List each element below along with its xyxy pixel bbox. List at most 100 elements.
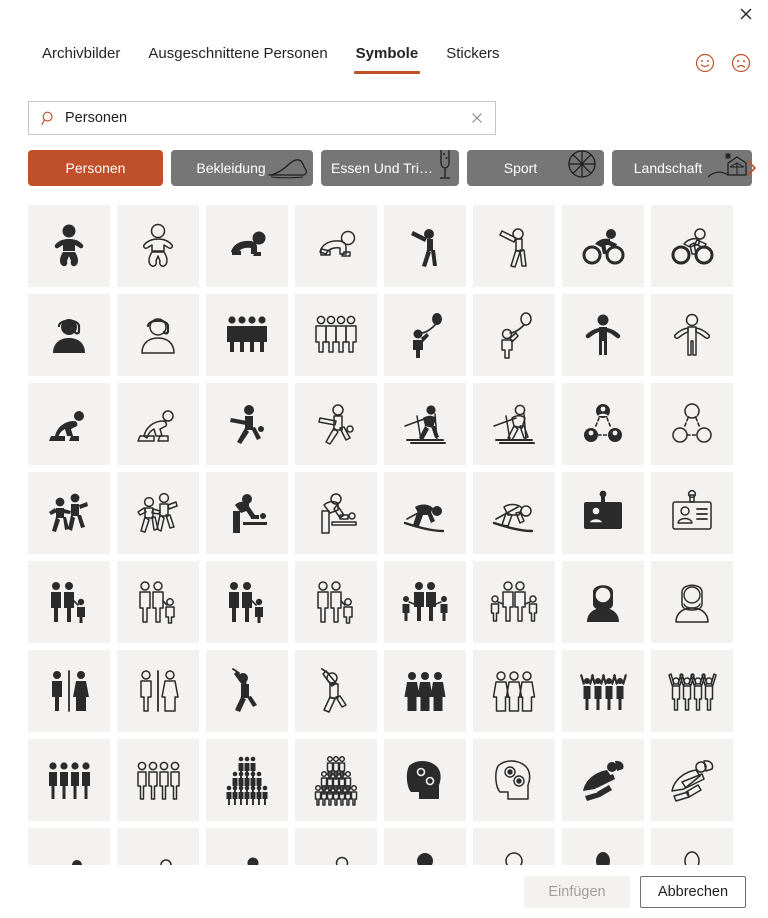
icon-tile-family-four-filled[interactable]: [384, 561, 466, 643]
icon-tile-avatar-filled[interactable]: [384, 828, 466, 865]
icon-tile-baby-crawling-filled[interactable]: [206, 205, 288, 287]
icon-tile-baby-changing-filled[interactable]: [206, 472, 288, 554]
icon-tile-balloon-outline[interactable]: [651, 828, 733, 865]
icon-tile-crowd-row-filled[interactable]: [28, 739, 110, 821]
glyph: [49, 493, 88, 532]
icon-tile-cyclist-outline[interactable]: [651, 205, 733, 287]
chip-essen-und-trinken[interactable]: Essen Und Trin...: [321, 150, 459, 186]
icon-tile-baby-changing-outline[interactable]: [295, 472, 377, 554]
glyph: [492, 671, 536, 712]
icon-tile-superhero-filled[interactable]: [562, 739, 644, 821]
icon-tile-cyclist-filled[interactable]: [562, 205, 644, 287]
icon-tile-person-lying-outline[interactable]: [117, 828, 199, 865]
icon-tile-woman-portrait-filled[interactable]: [562, 561, 644, 643]
icon-tile-cross-country-skier-outline[interactable]: [473, 383, 555, 465]
tab-stickers[interactable]: Stickers: [432, 44, 513, 74]
icon-tile-headset-agent-filled[interactable]: [28, 294, 110, 376]
glyph: [227, 316, 267, 352]
icon-tile-women-group-outline[interactable]: [473, 650, 555, 732]
icon-tile-headset-agent-outline[interactable]: [117, 294, 199, 376]
icon-tile-dancing-couple-filled[interactable]: [28, 472, 110, 554]
icon-tile-downhill-skier-outline[interactable]: [473, 472, 555, 554]
icon-tile-baby-sitting-filled[interactable]: [28, 205, 110, 287]
icon-tile-basketball-crouch-outline[interactable]: [117, 383, 199, 465]
icon-tile-child-balloon-filled[interactable]: [384, 294, 466, 376]
icon-tile-baby-sitting-outline[interactable]: [117, 205, 199, 287]
icon-tile-family-three-filled[interactable]: [28, 561, 110, 643]
cancel-button[interactable]: Abbrechen: [640, 876, 746, 908]
glyph: [406, 760, 441, 799]
icon-tile-baby-crawling-outline[interactable]: [295, 205, 377, 287]
icon-tile-golfer-filled[interactable]: [206, 650, 288, 732]
chip-sport[interactable]: Sport: [467, 150, 604, 186]
icon-tile-baseball-batter-filled[interactable]: [384, 205, 466, 287]
glyph: [672, 489, 712, 530]
icon-tile-id-badge-filled[interactable]: [562, 472, 644, 554]
icon-tile-women-group-filled[interactable]: [384, 650, 466, 732]
icon-tile-crowd-pyramid-filled[interactable]: [206, 739, 288, 821]
icon-tile-id-badge-outline[interactable]: [651, 472, 733, 554]
icon-tile-crowd-pyramid-outline[interactable]: [295, 739, 377, 821]
icon-tile-family-three-outline[interactable]: [117, 561, 199, 643]
icon-tile-team-network-filled[interactable]: [562, 383, 644, 465]
icon-tile-baseball-batter-outline[interactable]: [473, 205, 555, 287]
close-button[interactable]: [724, 0, 768, 28]
chip-label: Landschaft: [633, 160, 703, 176]
icon-tile-avatar-outline[interactable]: [473, 828, 555, 865]
smiley-sad-icon[interactable]: [730, 52, 752, 74]
icon-tile-group-four-outline[interactable]: [295, 294, 377, 376]
icon-tile-downhill-skier-filled[interactable]: [384, 472, 466, 554]
icon-tile-dancing-couple-outline[interactable]: [117, 472, 199, 554]
icon-tile-family-four-outline[interactable]: [473, 561, 555, 643]
icon-tile-group-four-filled[interactable]: [206, 294, 288, 376]
glyph: [52, 670, 89, 712]
icon-tile-crowd-row-outline[interactable]: [117, 739, 199, 821]
tab-ausgeschnittene-personen[interactable]: Ausgeschnittene Personen: [134, 44, 341, 74]
icon-tile-person-shrug-outline[interactable]: [651, 294, 733, 376]
icon-tile-restroom-sign-filled[interactable]: [28, 650, 110, 732]
icon-tile-cross-country-skier-filled[interactable]: [384, 383, 466, 465]
icon-tile-child-balloon-outline[interactable]: [473, 294, 555, 376]
icon-tile-person-reading-outline[interactable]: [295, 828, 377, 865]
insert-button[interactable]: Einfügen: [524, 876, 630, 908]
chip-bekleidung[interactable]: Bekleidung: [171, 150, 313, 186]
icon-tile-tennis-player-filled[interactable]: [206, 383, 288, 465]
icon-tile-basketball-crouch-filled[interactable]: [28, 383, 110, 465]
icon-tile-woman-portrait-outline[interactable]: [651, 561, 733, 643]
cancel-button-label: Abbrechen: [657, 884, 729, 900]
icon-tile-person-reading-filled[interactable]: [206, 828, 288, 865]
icon-tile-brain-gears-filled[interactable]: [384, 739, 466, 821]
icon-tile-family-three-b-outline[interactable]: [295, 561, 377, 643]
icon-grid[interactable]: [28, 205, 740, 865]
chip-landschaft[interactable]: Landschaft: [612, 150, 752, 186]
icon-tile-cheering-crowd-outline[interactable]: [651, 650, 733, 732]
tab-bar: Archivbilder Ausgeschnittene Personen Sy…: [28, 44, 514, 74]
search-input[interactable]: [65, 110, 469, 126]
glyph: [72, 860, 82, 865]
glyph: [417, 853, 433, 865]
icon-tile-cheering-crowd-filled[interactable]: [562, 650, 644, 732]
basketball-icon: [566, 150, 598, 183]
icon-tile-golfer-outline[interactable]: [295, 650, 377, 732]
tab-label: Stickers: [446, 45, 500, 62]
icon-tile-tennis-player-outline[interactable]: [295, 383, 377, 465]
smiley-happy-icon[interactable]: [694, 52, 716, 74]
categories-next-button[interactable]: [740, 152, 764, 184]
search-box[interactable]: [28, 101, 496, 135]
icon-tile-person-lying-filled[interactable]: [28, 828, 110, 865]
glyph: [493, 404, 535, 444]
icon-tile-person-shrug-filled[interactable]: [562, 294, 644, 376]
clear-search-icon[interactable]: [469, 110, 485, 126]
icon-tile-superhero-outline[interactable]: [651, 739, 733, 821]
icon-tile-restroom-sign-outline[interactable]: [117, 650, 199, 732]
tab-symbole[interactable]: Symbole: [342, 44, 433, 74]
glyph: [139, 581, 175, 624]
icon-tile-balloon-filled[interactable]: [562, 828, 644, 865]
champagne-glass-icon: [435, 150, 455, 184]
icon-tile-brain-gears-outline[interactable]: [473, 739, 555, 821]
tab-archivbilder[interactable]: Archivbilder: [28, 44, 134, 74]
icon-tile-team-network-outline[interactable]: [651, 383, 733, 465]
icon-tile-family-three-b-filled[interactable]: [206, 561, 288, 643]
chip-personen[interactable]: Personen: [28, 150, 163, 186]
glyph: [582, 229, 625, 265]
